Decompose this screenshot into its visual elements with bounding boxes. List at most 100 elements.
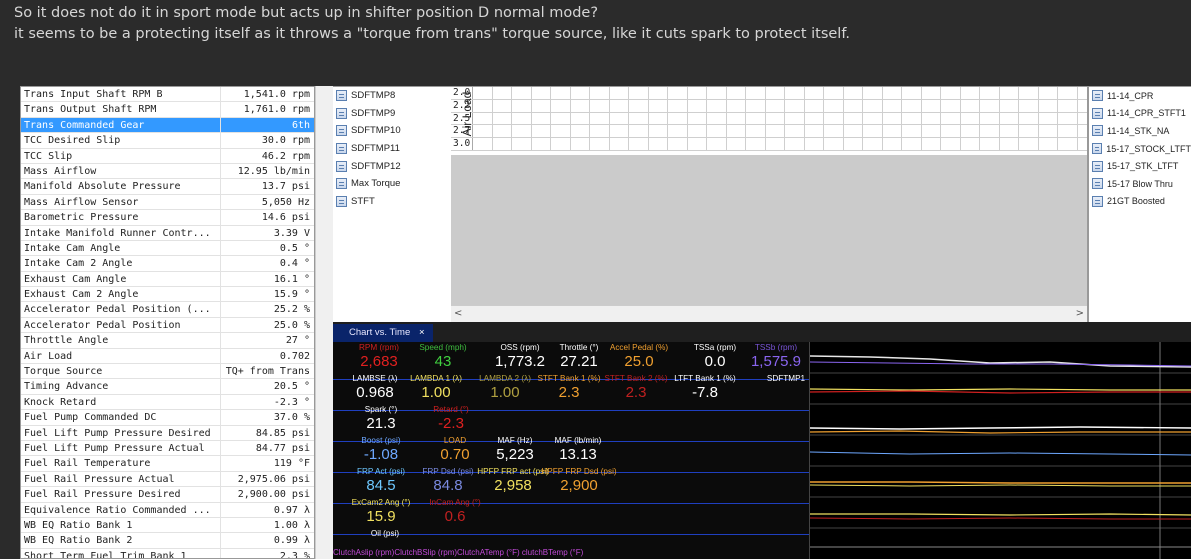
table-list[interactable]: SDFTMP8 SDFTMP9 SDFTMP10 SDFTMP11 SDFTMP12 Ma… bbox=[333, 86, 451, 322]
grid-cell[interactable] bbox=[493, 125, 512, 138]
grid-cell[interactable] bbox=[883, 112, 902, 125]
parameter-row[interactable]: TCC Desired Slip 30.0 rpm bbox=[21, 133, 314, 149]
parameter-row[interactable]: Fuel Rail Temperature 119 °F bbox=[21, 456, 314, 472]
grid-cell[interactable] bbox=[941, 112, 961, 125]
grid-cell[interactable] bbox=[980, 125, 1000, 138]
grid-cell[interactable] bbox=[941, 125, 961, 138]
grid-cell[interactable] bbox=[941, 87, 961, 99]
grid-cell[interactable] bbox=[1039, 87, 1058, 99]
grid-cell[interactable] bbox=[629, 138, 649, 150]
parameter-row[interactable]: Manifold Absolute Pressure 13.7 psi bbox=[21, 179, 314, 195]
parameter-row[interactable]: Fuel Pump Commanded DC 37.0 % bbox=[21, 410, 314, 426]
grid-cell[interactable] bbox=[688, 99, 707, 112]
grid-cell[interactable] bbox=[785, 138, 805, 150]
grid-cell[interactable] bbox=[668, 112, 688, 125]
grid-cell[interactable] bbox=[629, 112, 649, 125]
grid-cell[interactable] bbox=[532, 112, 551, 125]
table-list-item[interactable]: 11-14_CPR_STFT1 bbox=[1089, 105, 1191, 123]
grid-cell[interactable] bbox=[922, 87, 941, 99]
parameter-row[interactable]: Mass Airflow 12.95 lb/min bbox=[21, 163, 314, 180]
grid-cell[interactable] bbox=[532, 99, 551, 112]
grid-cell[interactable] bbox=[824, 99, 844, 112]
grid-cell[interactable] bbox=[571, 99, 590, 112]
grid-cell[interactable] bbox=[1019, 87, 1039, 99]
table-list-item[interactable]: Max Torque bbox=[333, 175, 451, 193]
grid-cell[interactable] bbox=[668, 87, 688, 99]
grid-cell[interactable] bbox=[727, 138, 746, 150]
parameter-row[interactable]: Barometric Pressure 14.6 psi bbox=[21, 210, 314, 226]
grid-cell[interactable] bbox=[512, 112, 532, 125]
grid-cell[interactable] bbox=[766, 99, 785, 112]
grid-cell[interactable] bbox=[785, 112, 805, 125]
grid-cell[interactable] bbox=[883, 125, 902, 138]
grid-cell[interactable] bbox=[1058, 112, 1078, 125]
scroll-right-icon[interactable]: > bbox=[1076, 308, 1084, 319]
parameter-row[interactable]: Torque Source TQ+ from Trans bbox=[21, 364, 314, 380]
grid-cell[interactable] bbox=[668, 125, 688, 138]
grid-cell[interactable] bbox=[493, 112, 512, 125]
parameter-list-scrollbar[interactable] bbox=[315, 86, 333, 559]
parameter-row[interactable]: Equivalence Ratio Commanded ... 0.97 λ bbox=[21, 502, 314, 518]
grid-cell[interactable] bbox=[707, 138, 727, 150]
grid-cell[interactable] bbox=[707, 112, 727, 125]
grid-cell[interactable] bbox=[961, 125, 980, 138]
grid-cell[interactable] bbox=[590, 87, 610, 99]
grid-cell[interactable] bbox=[473, 125, 493, 138]
grid-cell[interactable] bbox=[1000, 138, 1019, 150]
grid-cell[interactable] bbox=[902, 138, 922, 150]
grid-cell[interactable] bbox=[824, 138, 844, 150]
grid-cell[interactable] bbox=[649, 112, 668, 125]
grid-cell[interactable] bbox=[805, 87, 824, 99]
grid-cell[interactable] bbox=[980, 99, 1000, 112]
grid-cell[interactable] bbox=[571, 87, 590, 99]
grid-cell[interactable] bbox=[922, 138, 941, 150]
grid-cell[interactable] bbox=[785, 125, 805, 138]
parameter-row[interactable]: Trans Input Shaft RPM B 1,541.0 rpm bbox=[21, 87, 314, 103]
grid-cell[interactable] bbox=[863, 125, 883, 138]
table-list-item[interactable]: SDFTMP9 bbox=[333, 105, 451, 123]
time-plot[interactable] bbox=[809, 342, 1191, 559]
grid-cell[interactable] bbox=[941, 99, 961, 112]
grid-cell[interactable] bbox=[1039, 125, 1058, 138]
grid-cell[interactable] bbox=[551, 87, 571, 99]
grid-cell[interactable] bbox=[610, 99, 629, 112]
grid-cell[interactable] bbox=[688, 125, 707, 138]
grid-cell[interactable] bbox=[688, 87, 707, 99]
table-list-item[interactable]: 21GT Boosted bbox=[1089, 193, 1191, 211]
grid-cell[interactable] bbox=[766, 112, 785, 125]
tab-chart-vs-time[interactable]: Chart vs. Time × bbox=[333, 324, 433, 342]
grid-cell[interactable] bbox=[551, 112, 571, 125]
grid-cell[interactable] bbox=[610, 138, 629, 150]
grid-cell[interactable] bbox=[863, 112, 883, 125]
grid-cell[interactable] bbox=[844, 87, 863, 99]
parameter-row[interactable]: Air Load 0.702 bbox=[21, 348, 314, 365]
grid-cell[interactable] bbox=[805, 138, 824, 150]
grid-cell[interactable] bbox=[922, 99, 941, 112]
table-list-item[interactable]: SDFTMP12 bbox=[333, 157, 451, 175]
grid-cell[interactable] bbox=[571, 138, 590, 150]
grid-cell[interactable] bbox=[746, 138, 766, 150]
close-icon[interactable]: × bbox=[419, 324, 425, 342]
parameter-row[interactable]: Throttle Angle 27 ° bbox=[21, 333, 314, 349]
table-list-item[interactable]: 15-17_STK_LTFT bbox=[1089, 157, 1191, 175]
grid-cell[interactable] bbox=[1000, 87, 1019, 99]
parameter-row[interactable]: Trans Output Shaft RPM 1,761.0 rpm bbox=[21, 102, 314, 118]
grid-cell[interactable] bbox=[902, 112, 922, 125]
grid-cell[interactable] bbox=[1039, 112, 1058, 125]
grid-cell[interactable] bbox=[1019, 138, 1039, 150]
grid-cell[interactable] bbox=[980, 112, 1000, 125]
grid-cell[interactable] bbox=[571, 125, 590, 138]
grid-cell[interactable] bbox=[649, 99, 668, 112]
parameter-row[interactable]: Timing Advance 20.5 ° bbox=[21, 379, 314, 395]
grid-cell[interactable] bbox=[571, 112, 590, 125]
grid-cell[interactable] bbox=[473, 99, 493, 112]
grid-cell[interactable] bbox=[727, 125, 746, 138]
grid-cell[interactable] bbox=[961, 138, 980, 150]
grid-cell[interactable] bbox=[1039, 99, 1058, 112]
grid-cell[interactable] bbox=[610, 112, 629, 125]
table-list-item[interactable]: STFT bbox=[333, 193, 451, 211]
parameter-row[interactable]: Exhaust Cam 2 Angle 15.9 ° bbox=[21, 287, 314, 303]
table-list-item[interactable]: SDFTMP10 bbox=[333, 122, 451, 140]
grid-cell[interactable] bbox=[844, 112, 863, 125]
grid-cell[interactable] bbox=[1000, 99, 1019, 112]
